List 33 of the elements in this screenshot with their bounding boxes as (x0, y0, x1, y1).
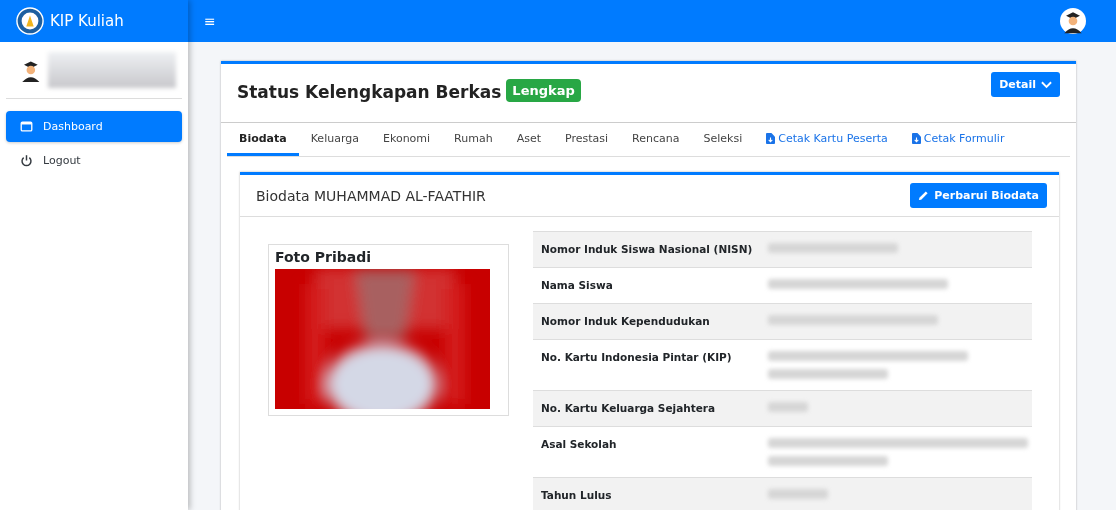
file-download-icon (766, 133, 776, 144)
print-link[interactable]: Cetak Kartu Peserta (754, 123, 900, 156)
sidebar-item[interactable]: Logout (6, 145, 182, 176)
tab[interactable]: Prestasi (553, 123, 621, 156)
photo-title: Foto Pribadi (275, 249, 373, 265)
menu-icon[interactable]: ≡ (204, 13, 216, 29)
biodata-title: Biodata MUHAMMAD AL-FAATHIR (256, 187, 486, 204)
tab[interactable]: Keluarga (298, 123, 371, 156)
avatar-icon[interactable] (1060, 8, 1086, 34)
update-biodata-button[interactable]: Perbarui Biodata (910, 183, 1047, 208)
blurred-value (768, 489, 828, 499)
tab[interactable]: Seleksi (691, 123, 755, 156)
blurred-value (768, 402, 808, 412)
field-label: Asal Sekolah (540, 437, 618, 452)
status-title: Status Kelengkapan Berkas (237, 82, 502, 102)
status-badge: Lengkap (506, 79, 581, 102)
tab[interactable]: Rumah (442, 123, 505, 156)
tab[interactable]: Ekonomi (370, 123, 443, 156)
chevron-down-icon (1041, 80, 1052, 89)
emblem-icon (16, 7, 44, 35)
power-icon (20, 154, 33, 167)
tab[interactable]: Biodata (227, 123, 299, 156)
field-label: Nama Siswa (540, 278, 614, 293)
field-label: No. Kartu Indonesia Pintar (KIP) (540, 350, 733, 365)
window-icon (20, 120, 33, 133)
tab[interactable]: Rencana (620, 123, 692, 156)
print-link[interactable]: Cetak Formulir (899, 123, 1017, 156)
sidebar-item[interactable]: Dashboard (6, 111, 182, 142)
tab[interactable]: Aset (504, 123, 553, 156)
pencil-icon (918, 190, 930, 201)
file-download-icon (911, 133, 921, 144)
detail-button[interactable]: Detail (991, 72, 1060, 97)
brand-title: KIP Kuliah (50, 12, 124, 30)
